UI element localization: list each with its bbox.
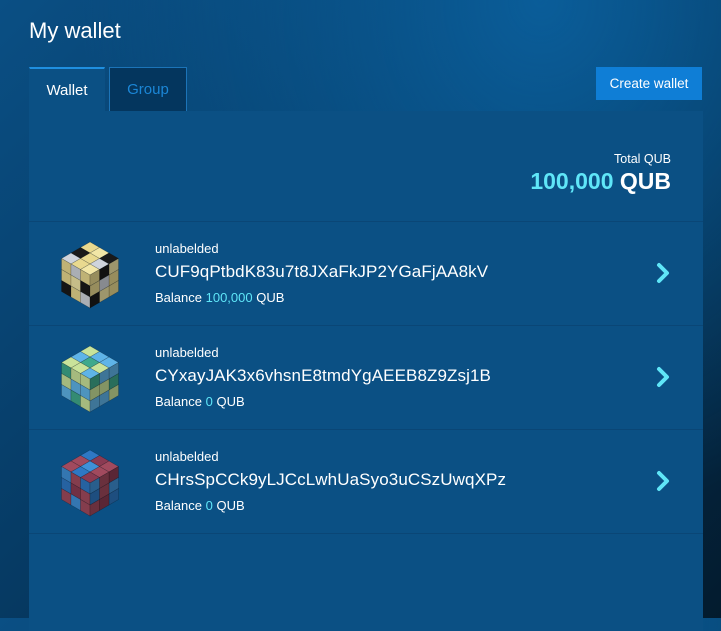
- create-wallet-button[interactable]: Create wallet: [596, 67, 702, 100]
- wallet-balance: Balance 100,000 QUB: [155, 290, 284, 305]
- wallet-row[interactable]: unlabelded CUF9qPtbdK83u7t8JXaFkJP2YGaFj…: [29, 222, 703, 325]
- total-value: 100,000 QUB: [530, 168, 671, 195]
- page-title: My wallet: [29, 18, 121, 43]
- balance-unit: QUB: [256, 290, 285, 305]
- wallet-label: unlabelded: [155, 241, 219, 256]
- wallet-address: CYxayJAK3x6vhsnE8tmdYgAEEB8Z9Zsj1B: [155, 366, 491, 385]
- wallet-balance: Balance 0 QUB: [155, 394, 245, 409]
- wallet-row[interactable]: unlabelded CHrsSpCCk9yLJCcLwhUaSyo3uCSzU…: [29, 430, 703, 533]
- total-summary: Total QUB 100,000 QUB: [530, 152, 671, 195]
- total-amount: 100,000: [530, 168, 614, 194]
- wallet-balance: Balance 0 QUB: [155, 498, 245, 513]
- balance-value: 0: [205, 394, 213, 409]
- balance-value: 0: [205, 498, 213, 513]
- wallet-label: unlabelded: [155, 345, 219, 360]
- divider: [29, 533, 703, 534]
- total-unit: QUB: [619, 168, 671, 194]
- tab-group[interactable]: Group: [109, 67, 187, 111]
- wallet-label: unlabelded: [155, 449, 219, 464]
- chevron-right-icon[interactable]: [656, 366, 670, 388]
- wallet-address: CHrsSpCCk9yLJCcLwhUaSyo3uCSzUwqXPz: [155, 470, 507, 489]
- balance-unit: QUB: [216, 498, 245, 513]
- wallet-avatar: [57, 342, 123, 414]
- balance-label: Balance: [155, 394, 202, 409]
- balance-value: 100,000: [205, 290, 253, 305]
- balance-label: Balance: [155, 290, 202, 305]
- wallet-row[interactable]: unlabelded CYxayJAK3x6vhsnE8tmdYgAEEB8Z9…: [29, 326, 703, 429]
- wallet-panel: Total QUB 100,000 QUB unlabelded CUF9qPt…: [29, 111, 703, 631]
- balance-unit: QUB: [216, 394, 245, 409]
- balance-label: Balance: [155, 498, 202, 513]
- total-label: Total QUB: [614, 152, 671, 166]
- wallet-address: CUF9qPtbdK83u7t8JXaFkJP2YGaFjAA8kV: [155, 262, 489, 281]
- tab-wallet[interactable]: Wallet: [29, 67, 105, 112]
- wallet-avatar: [57, 446, 123, 518]
- chevron-right-icon[interactable]: [656, 470, 670, 492]
- chevron-right-icon[interactable]: [656, 262, 670, 284]
- wallet-avatar: [57, 238, 123, 310]
